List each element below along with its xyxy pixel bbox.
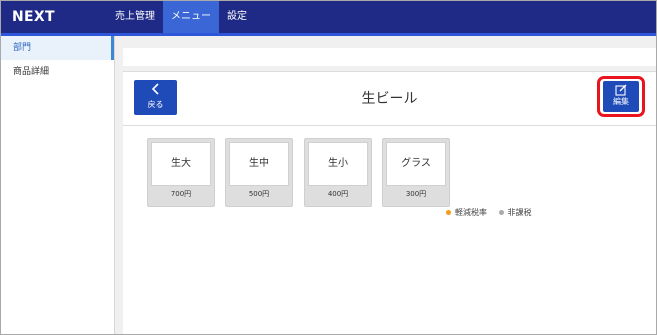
edit-button-highlight: 編集 [597, 76, 645, 117]
product-price: 500円 [248, 190, 270, 198]
brand-logo: NEXT [12, 9, 55, 25]
product-price: 300円 [405, 190, 427, 198]
product-name: 生中 [229, 142, 289, 186]
nav-item-settings[interactable]: 設定 [219, 1, 255, 33]
product-price: 700円 [170, 190, 192, 198]
product-price: 400円 [327, 190, 349, 198]
content-card: 戻る 生ビール 編集 生大 700円 生中 500円 生小 400円 グラス 3… [123, 71, 656, 334]
sidebar-item-department[interactable]: 部門 [1, 36, 114, 60]
main-nav: 売上管理 メニュー 設定 [107, 1, 255, 33]
nav-item-sales[interactable]: 売上管理 [107, 1, 163, 33]
main-content: 戻る 生ビール 編集 生大 700円 生中 500円 生小 400円 グラス 3… [115, 36, 656, 334]
product-tile[interactable]: 生中 500円 [225, 138, 293, 207]
reduced-tax-dot [446, 210, 451, 215]
edit-button[interactable]: 編集 [603, 81, 639, 112]
tax-legend: 軽減税率 非課税 [446, 207, 532, 218]
legend-label-reduced-tax: 軽減税率 [455, 208, 487, 217]
app-window: NEXT 売上管理 メニュー 設定 部門 商品詳細 戻る 生ビール 編集 生大 … [0, 0, 657, 335]
legend-label-tax-exempt: 非課税 [507, 208, 532, 217]
edit-icon [615, 84, 627, 96]
nav-item-menu[interactable]: メニュー [163, 1, 219, 33]
top-navbar: NEXT 売上管理 メニュー 設定 [1, 1, 656, 36]
header-divider [123, 125, 656, 126]
sidebar: 部門 商品詳細 [1, 36, 115, 334]
product-name: グラス [386, 142, 446, 186]
product-name: 生大 [151, 142, 211, 186]
sidebar-item-product-details[interactable]: 商品詳細 [1, 60, 114, 84]
product-tile[interactable]: 生小 400円 [304, 138, 372, 207]
edit-button-label: 編集 [613, 97, 629, 106]
top-strip [123, 48, 656, 66]
product-name: 生小 [308, 142, 368, 186]
tax-exempt-dot [498, 210, 504, 215]
product-tile[interactable]: 生大 700円 [147, 138, 215, 207]
page-title: 生ビール [361, 91, 418, 107]
product-tile[interactable]: グラス 300円 [382, 138, 450, 207]
